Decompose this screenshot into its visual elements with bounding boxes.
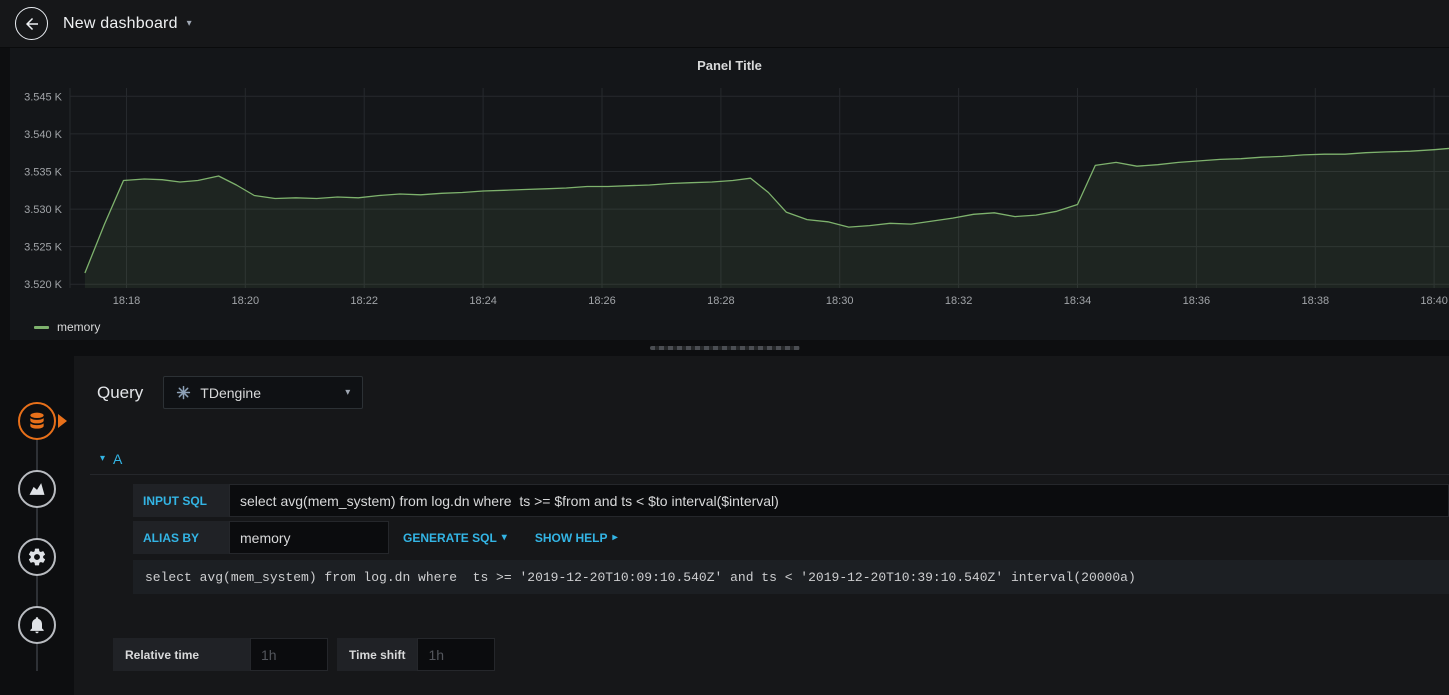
chevron-down-icon: ▾ xyxy=(501,531,507,543)
scroll-area xyxy=(0,340,1449,356)
query-editor: Query TDengine ▾ ▾ A INPUT SQL select av… xyxy=(74,356,1449,695)
gear-icon xyxy=(28,548,46,566)
panel-title[interactable]: Panel Title xyxy=(10,48,1449,82)
svg-text:18:34: 18:34 xyxy=(1064,295,1092,307)
chevron-down-icon: ▾ xyxy=(345,386,351,398)
query-ref-id: A xyxy=(113,451,123,467)
svg-text:18:32: 18:32 xyxy=(945,295,973,307)
relative-time-field[interactable] xyxy=(250,638,328,671)
dashboard-title: New dashboard xyxy=(63,14,178,32)
chevron-down-icon: ▾ xyxy=(186,17,192,29)
time-options-row: Relative time Time shift xyxy=(113,638,1449,671)
database-icon xyxy=(30,412,44,429)
svg-text:18:36: 18:36 xyxy=(1183,295,1211,307)
legend-color-memory xyxy=(34,325,49,329)
panel-editor: Query TDengine ▾ ▾ A INPUT SQL select av… xyxy=(0,356,1449,695)
chart-legend: memory xyxy=(10,314,1449,340)
svg-text:18:22: 18:22 xyxy=(350,295,378,307)
dashboard-title-dropdown[interactable]: New dashboard ▾ xyxy=(63,15,192,33)
query-row-header[interactable]: ▾ A xyxy=(90,451,1449,475)
alias-by-field[interactable] xyxy=(229,521,389,554)
active-tab-arrow-icon xyxy=(58,414,67,428)
svg-text:18:20: 18:20 xyxy=(232,295,260,307)
datasource-picker[interactable]: TDengine ▾ xyxy=(163,376,364,409)
alias-by-row: ALIAS BY GENERATE SQL ▾ SHOW HELP ▸ xyxy=(133,521,1449,554)
chart-panel: Panel Title 3.545 K 3.540 K 3.535 K 3.530 K… xyxy=(10,48,1449,340)
svg-text:3.540 K: 3.540 K xyxy=(24,129,63,141)
generated-sql-preview: select avg(mem_system) from log.dn where… xyxy=(133,560,1449,594)
chart-icon xyxy=(29,483,45,495)
svg-text:3.525 K: 3.525 K xyxy=(24,242,63,254)
time-shift-label: Time shift xyxy=(337,638,418,671)
svg-text:18:38: 18:38 xyxy=(1302,295,1330,307)
svg-text:18:26: 18:26 xyxy=(588,295,616,307)
svg-text:3.530 K: 3.530 K xyxy=(24,204,63,216)
collapse-caret-icon: ▾ xyxy=(100,453,106,464)
svg-text:18:18: 18:18 xyxy=(113,295,141,307)
back-button[interactable] xyxy=(15,7,48,40)
show-help-button[interactable]: SHOW HELP ▸ xyxy=(521,521,632,554)
legend-label-memory[interactable]: memory xyxy=(57,320,100,334)
bell-icon xyxy=(30,617,44,634)
generate-sql-label: GENERATE SQL xyxy=(403,530,497,545)
svg-text:18:30: 18:30 xyxy=(826,295,854,307)
svg-text:18:24: 18:24 xyxy=(469,295,497,307)
input-sql-label: INPUT SQL xyxy=(133,484,229,517)
tab-general[interactable] xyxy=(18,538,56,576)
svg-text:18:40: 18:40 xyxy=(1420,295,1448,307)
horizontal-scrollbar[interactable] xyxy=(649,346,800,350)
relative-time-label: Relative time xyxy=(113,638,250,671)
time-series-chart[interactable]: 3.545 K 3.540 K 3.535 K 3.530 K 3.525 K 3.520… xyxy=(10,82,1449,314)
datasource-name: TDengine xyxy=(200,384,261,401)
query-section-title: Query xyxy=(97,382,144,402)
input-sql-row: INPUT SQL xyxy=(133,484,1449,517)
time-shift-field[interactable] xyxy=(417,638,496,671)
tab-visualization[interactable] xyxy=(18,470,56,508)
top-bar: New dashboard ▾ xyxy=(0,0,1449,48)
alias-by-label: ALIAS BY xyxy=(133,521,229,554)
query-form: INPUT SQL ALIAS BY GENERATE SQL ▾ SHOW H… xyxy=(133,484,1449,594)
arrow-left-icon xyxy=(25,17,38,30)
svg-text:18:28: 18:28 xyxy=(707,295,735,307)
query-header: Query TDengine ▾ xyxy=(74,376,1449,409)
svg-text:3.520 K: 3.520 K xyxy=(24,279,63,291)
editor-tab-strip xyxy=(0,356,74,695)
svg-text:3.535 K: 3.535 K xyxy=(24,167,63,179)
input-sql-field[interactable] xyxy=(229,484,1449,517)
query-block-a: ▾ A INPUT SQL ALIAS BY GENERATE SQL ▾ xyxy=(90,451,1449,594)
chevron-right-icon: ▸ xyxy=(612,531,618,543)
tdengine-logo-icon xyxy=(177,385,191,400)
show-help-label: SHOW HELP xyxy=(534,530,608,545)
tab-queries[interactable] xyxy=(18,402,67,440)
tab-alert[interactable] xyxy=(18,606,56,644)
svg-text:3.545 K: 3.545 K xyxy=(24,91,63,103)
generate-sql-button[interactable]: GENERATE SQL ▾ xyxy=(389,521,521,554)
